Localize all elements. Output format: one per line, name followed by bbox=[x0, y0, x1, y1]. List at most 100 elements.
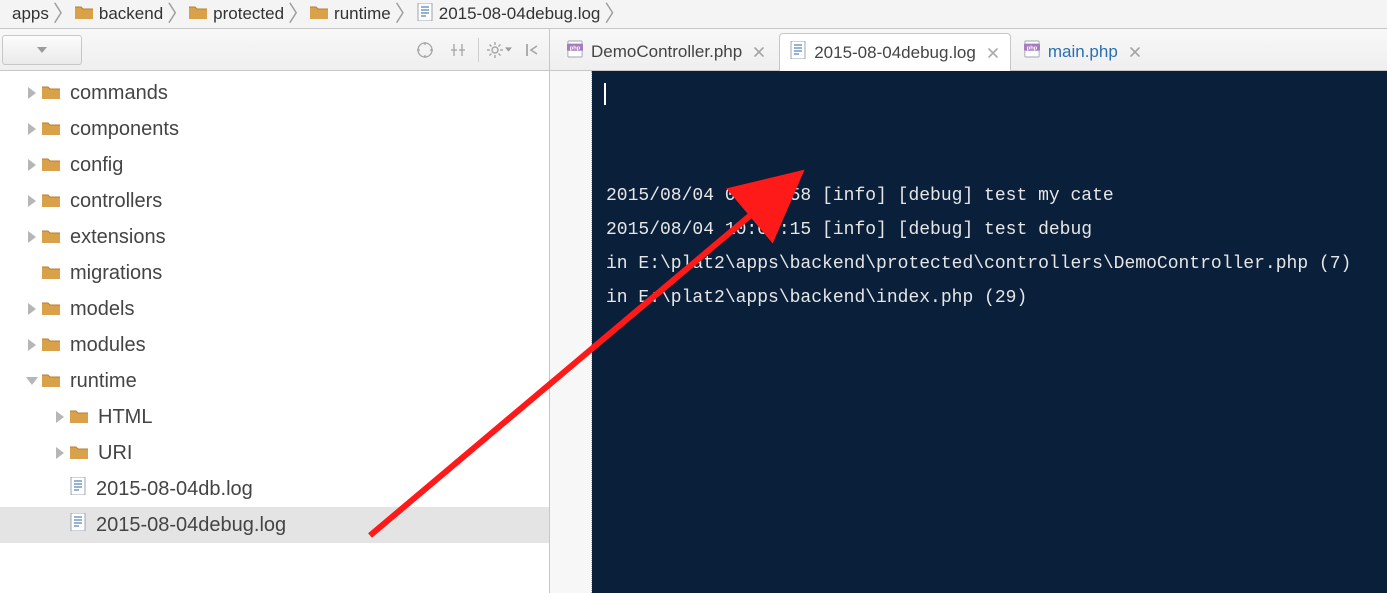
tree-item-label: extensions bbox=[70, 226, 166, 249]
crumb-separator-icon: 〉 bbox=[604, 9, 618, 19]
tree-item-label: URI bbox=[98, 442, 132, 465]
tree-item-modules[interactable]: modules bbox=[0, 327, 549, 363]
close-icon[interactable] bbox=[752, 45, 766, 59]
hide-panel-icon[interactable] bbox=[518, 35, 547, 64]
folder-icon bbox=[310, 4, 328, 24]
tree-item-label: models bbox=[70, 298, 134, 321]
tree-item-extensions[interactable]: extensions bbox=[0, 219, 549, 255]
php-icon bbox=[567, 40, 583, 63]
close-icon[interactable] bbox=[1128, 45, 1142, 59]
folder-icon bbox=[42, 190, 60, 213]
tab-label: 2015-08-04debug.log bbox=[814, 43, 976, 63]
folder-icon bbox=[42, 118, 60, 141]
tree-item-commands[interactable]: commands bbox=[0, 75, 549, 111]
gear-icon[interactable] bbox=[485, 35, 514, 64]
logfile-icon bbox=[70, 513, 86, 537]
editor-line: in E:\plat2\apps\backend\protected\contr… bbox=[606, 247, 1377, 281]
logfile-icon bbox=[417, 3, 433, 26]
tab-democontroller[interactable]: DemoController.php bbox=[556, 32, 777, 70]
chevron-right-icon[interactable] bbox=[22, 87, 42, 99]
crumb-label: protected bbox=[213, 4, 284, 24]
crumb-runtime[interactable]: runtime bbox=[302, 0, 395, 28]
tree-item-label: controllers bbox=[70, 190, 162, 213]
logfile-icon bbox=[790, 41, 806, 64]
tab-mainphp[interactable]: main.php bbox=[1013, 32, 1153, 70]
folder-icon bbox=[42, 298, 60, 321]
tree-item-2015-08-04db-log[interactable]: 2015-08-04db.log bbox=[0, 471, 549, 507]
tree-item-label: components bbox=[70, 118, 179, 141]
folder-icon bbox=[42, 226, 60, 249]
crumb-separator-icon: 〉 bbox=[167, 9, 181, 19]
project-tools bbox=[0, 29, 550, 70]
php-icon bbox=[1024, 40, 1040, 63]
editor-tabs: DemoController.php 2015-08-04debug.log m… bbox=[550, 29, 1387, 70]
crumb-apps[interactable]: apps bbox=[4, 0, 53, 28]
tree-item-label: config bbox=[70, 154, 123, 177]
logfile-icon bbox=[70, 477, 86, 501]
tree-item-models[interactable]: models bbox=[0, 291, 549, 327]
chevron-right-icon[interactable] bbox=[22, 195, 42, 207]
chevron-right-icon[interactable] bbox=[22, 159, 42, 171]
tree-item-label: commands bbox=[70, 82, 168, 105]
tree-item-label: 2015-08-04db.log bbox=[96, 478, 253, 501]
crumb-separator-icon: 〉 bbox=[53, 9, 67, 19]
main: commands components config controllers exten… bbox=[0, 71, 1387, 593]
folder-icon bbox=[75, 4, 93, 24]
crumb-backend[interactable]: backend bbox=[67, 0, 167, 28]
crumb-label: runtime bbox=[334, 4, 391, 24]
chevron-right-icon[interactable] bbox=[50, 411, 70, 423]
crumb-separator-icon: 〉 bbox=[395, 9, 409, 19]
folder-icon bbox=[42, 154, 60, 177]
folder-icon bbox=[42, 370, 60, 393]
view-mode-dropdown[interactable] bbox=[2, 35, 82, 65]
crumb-label: backend bbox=[99, 4, 163, 24]
tree-item-runtime[interactable]: runtime bbox=[0, 363, 549, 399]
toolbar-separator bbox=[478, 38, 479, 62]
chevron-right-icon[interactable] bbox=[22, 231, 42, 243]
editor[interactable]: 2015/08/04 09:31:58 [info] [debug] test … bbox=[592, 71, 1387, 593]
tree-item-label: HTML bbox=[98, 406, 152, 429]
folder-icon bbox=[42, 334, 60, 357]
crumb-separator-icon: 〉 bbox=[288, 9, 302, 19]
tree-item-label: 2015-08-04debug.log bbox=[96, 514, 286, 537]
tree-item-config[interactable]: config bbox=[0, 147, 549, 183]
scroll-from-source-icon[interactable] bbox=[410, 35, 439, 64]
toolbar: DemoController.php 2015-08-04debug.log m… bbox=[0, 29, 1387, 71]
close-icon[interactable] bbox=[986, 46, 1000, 60]
editor-line: in E:\plat2\apps\backend\index.php (29) bbox=[606, 281, 1377, 315]
tree-item-label: migrations bbox=[70, 262, 162, 285]
folder-icon bbox=[189, 4, 207, 24]
crumb-protected[interactable]: protected bbox=[181, 0, 288, 28]
crumb-label: apps bbox=[12, 4, 49, 24]
tab-label: main.php bbox=[1048, 42, 1118, 62]
editor-line: 2015/08/04 09:31:58 [info] [debug] test … bbox=[606, 179, 1377, 213]
editor-caret bbox=[604, 83, 606, 105]
chevron-right-icon[interactable] bbox=[50, 447, 70, 459]
crumb-file[interactable]: 2015-08-04debug.log bbox=[409, 0, 605, 28]
chevron-right-icon[interactable] bbox=[22, 303, 42, 315]
editor-gutter bbox=[550, 71, 592, 593]
tree-item-2015-08-04debug-log[interactable]: 2015-08-04debug.log bbox=[0, 507, 549, 543]
breadcrumb: apps 〉 backend 〉 protected 〉 runtime 〉 2… bbox=[0, 0, 1387, 29]
folder-icon bbox=[42, 262, 60, 285]
editor-line: 2015/08/04 10:08:15 [info] [debug] test … bbox=[606, 213, 1377, 247]
collapse-all-icon[interactable] bbox=[443, 35, 472, 64]
tree-item-html[interactable]: HTML bbox=[0, 399, 549, 435]
tree-item-components[interactable]: components bbox=[0, 111, 549, 147]
chevron-right-icon[interactable] bbox=[22, 123, 42, 135]
chevron-right-icon[interactable] bbox=[22, 339, 42, 351]
tree-item-uri[interactable]: URI bbox=[0, 435, 549, 471]
editor-wrap: 2015/08/04 09:31:58 [info] [debug] test … bbox=[550, 71, 1387, 593]
tree-item-label: modules bbox=[70, 334, 146, 357]
tree-item-label: runtime bbox=[70, 370, 137, 393]
folder-icon bbox=[70, 442, 88, 465]
project-tree: commands components config controllers exten… bbox=[0, 71, 550, 593]
tab-label: DemoController.php bbox=[591, 42, 742, 62]
tree-item-migrations[interactable]: migrations bbox=[0, 255, 549, 291]
folder-icon bbox=[42, 82, 60, 105]
tree-item-controllers[interactable]: controllers bbox=[0, 183, 549, 219]
crumb-label: 2015-08-04debug.log bbox=[439, 4, 601, 24]
chevron-down-icon[interactable] bbox=[22, 377, 42, 385]
tab-debuglog[interactable]: 2015-08-04debug.log bbox=[779, 33, 1011, 71]
folder-icon bbox=[70, 406, 88, 429]
